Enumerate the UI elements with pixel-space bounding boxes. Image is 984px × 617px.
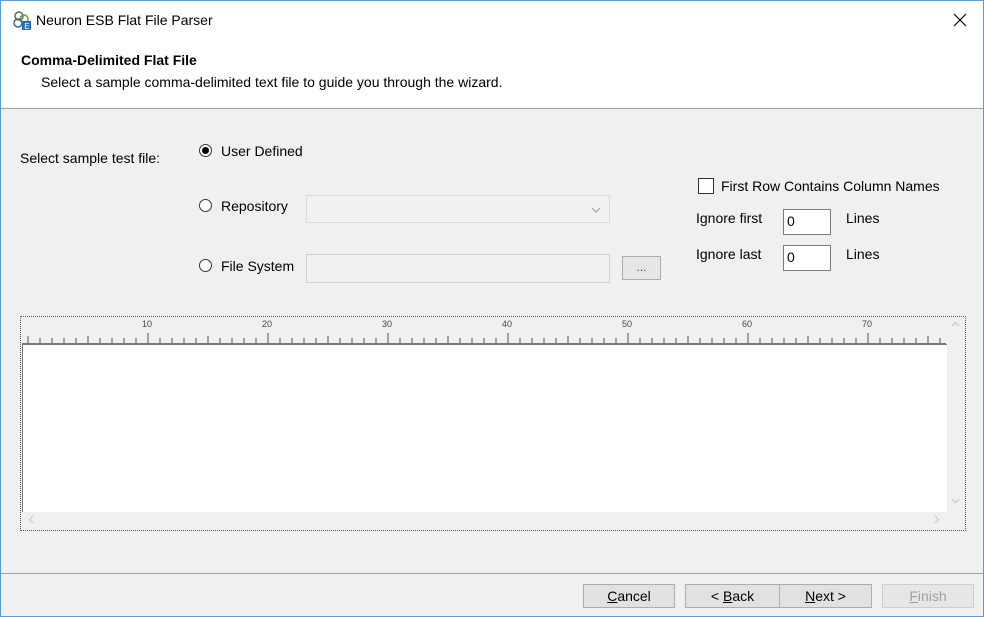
cancel-rest: ancel <box>617 588 651 604</box>
ruler-label: 20 <box>262 319 272 329</box>
wizard-window: E Neuron ESB Flat File Parser Comma-Deli… <box>0 0 984 617</box>
radio-user-defined[interactable] <box>199 144 212 157</box>
finish-rest: inish <box>917 588 947 604</box>
repository-dropdown[interactable] <box>306 195 610 223</box>
ignore-last-input[interactable]: 0 <box>783 245 831 271</box>
ignore-last-lines-label: Lines <box>846 246 880 262</box>
file-preview-editor: 10 20 30 40 50 60 70 <box>20 316 966 531</box>
radio-file-system[interactable] <box>199 259 212 272</box>
close-button[interactable] <box>937 1 983 39</box>
ruler-label: 40 <box>502 319 512 329</box>
back-pre: < <box>710 588 723 604</box>
scroll-down-icon[interactable] <box>951 496 960 508</box>
ignore-last-label: Ignore last <box>696 246 762 262</box>
ruler-label: 10 <box>142 319 152 329</box>
sample-file-label: Select sample test file: <box>20 150 161 166</box>
page-subtitle: Select a sample comma-delimited text fil… <box>41 74 503 90</box>
radio-file-system-label[interactable]: File System <box>221 258 294 274</box>
next-button[interactable]: Next > <box>779 584 872 608</box>
radio-repository[interactable] <box>199 199 212 212</box>
ruler-label: 30 <box>382 319 392 329</box>
file-preview-text[interactable] <box>22 344 947 512</box>
neuron-app-icon: E <box>13 11 31 30</box>
next-accel: N <box>805 588 816 604</box>
page-title: Comma-Delimited Flat File <box>21 52 197 68</box>
ruler-label: 70 <box>862 319 872 329</box>
window-title: Neuron ESB Flat File Parser <box>36 12 213 28</box>
ruler-label: 50 <box>622 319 632 329</box>
back-accel: B <box>722 588 733 604</box>
close-icon <box>953 13 967 27</box>
footer-divider <box>1 573 983 574</box>
back-button[interactable]: < Back <box>685 584 780 608</box>
vertical-scrollbar[interactable] <box>947 318 964 511</box>
first-row-checkbox[interactable] <box>698 178 714 194</box>
title-bar: E Neuron ESB Flat File Parser <box>1 1 983 39</box>
ignore-first-lines-label: Lines <box>846 210 880 226</box>
next-rest: ext > <box>815 588 846 604</box>
svg-text:E: E <box>24 22 29 30</box>
ignore-first-label: Ignore first <box>696 210 763 226</box>
wizard-header: Comma-Delimited Flat File Select a sampl… <box>1 39 983 109</box>
finish-accel: F <box>909 588 918 604</box>
cancel-button[interactable]: Cancel <box>583 584 675 608</box>
file-path-input[interactable] <box>306 254 610 283</box>
scroll-up-icon[interactable] <box>951 320 960 332</box>
column-ruler: 10 20 30 40 50 60 70 <box>22 318 946 344</box>
horizontal-scrollbar[interactable] <box>22 512 964 529</box>
finish-button[interactable]: Finish <box>882 584 974 608</box>
first-row-label[interactable]: First Row Contains Column Names <box>721 178 940 194</box>
ruler-label: 60 <box>742 319 752 329</box>
browse-button[interactable]: ... <box>622 256 661 280</box>
scroll-right-icon[interactable] <box>932 515 941 527</box>
scroll-left-icon[interactable] <box>27 515 36 527</box>
cancel-accel: C <box>607 588 618 604</box>
ignore-first-input[interactable]: 0 <box>783 209 831 235</box>
radio-repository-label[interactable]: Repository <box>221 198 288 214</box>
chevron-down-icon <box>591 207 601 213</box>
radio-user-defined-label[interactable]: User Defined <box>221 143 303 159</box>
back-rest: ack <box>732 588 755 604</box>
